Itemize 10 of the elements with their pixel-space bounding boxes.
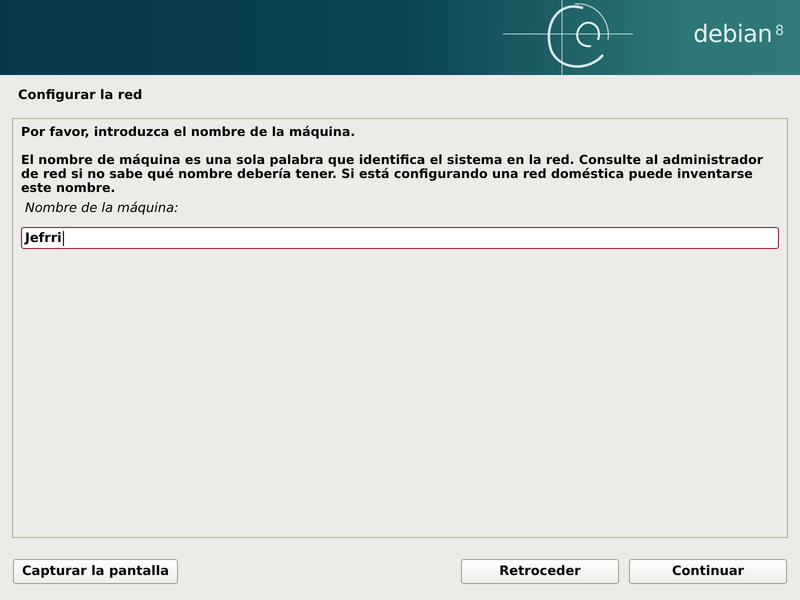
version-number: 8 [775,22,784,40]
hostname-input-field[interactable]: Jefrri [21,227,779,249]
screenshot-button[interactable]: Capturar la pantalla [13,559,178,584]
back-button[interactable]: Retroceder [461,559,619,584]
prompt-text: Por favor, introduzca el nombre de la máquina. [21,125,356,139]
description-text: El nombre de máquina es una sola palabra que identifica el sistema en la red. Consulte al administrador de red si no sabe qué nombre debería tener. Si está configurando una red doméstica puede inventarse este nombre. [21,153,764,195]
field-label: Nombre de la máquina: [25,201,180,217]
logo-text: debian [693,20,772,48]
continue-button[interactable]: Continuar [629,559,787,584]
section-title: Configurar la red [18,87,144,105]
